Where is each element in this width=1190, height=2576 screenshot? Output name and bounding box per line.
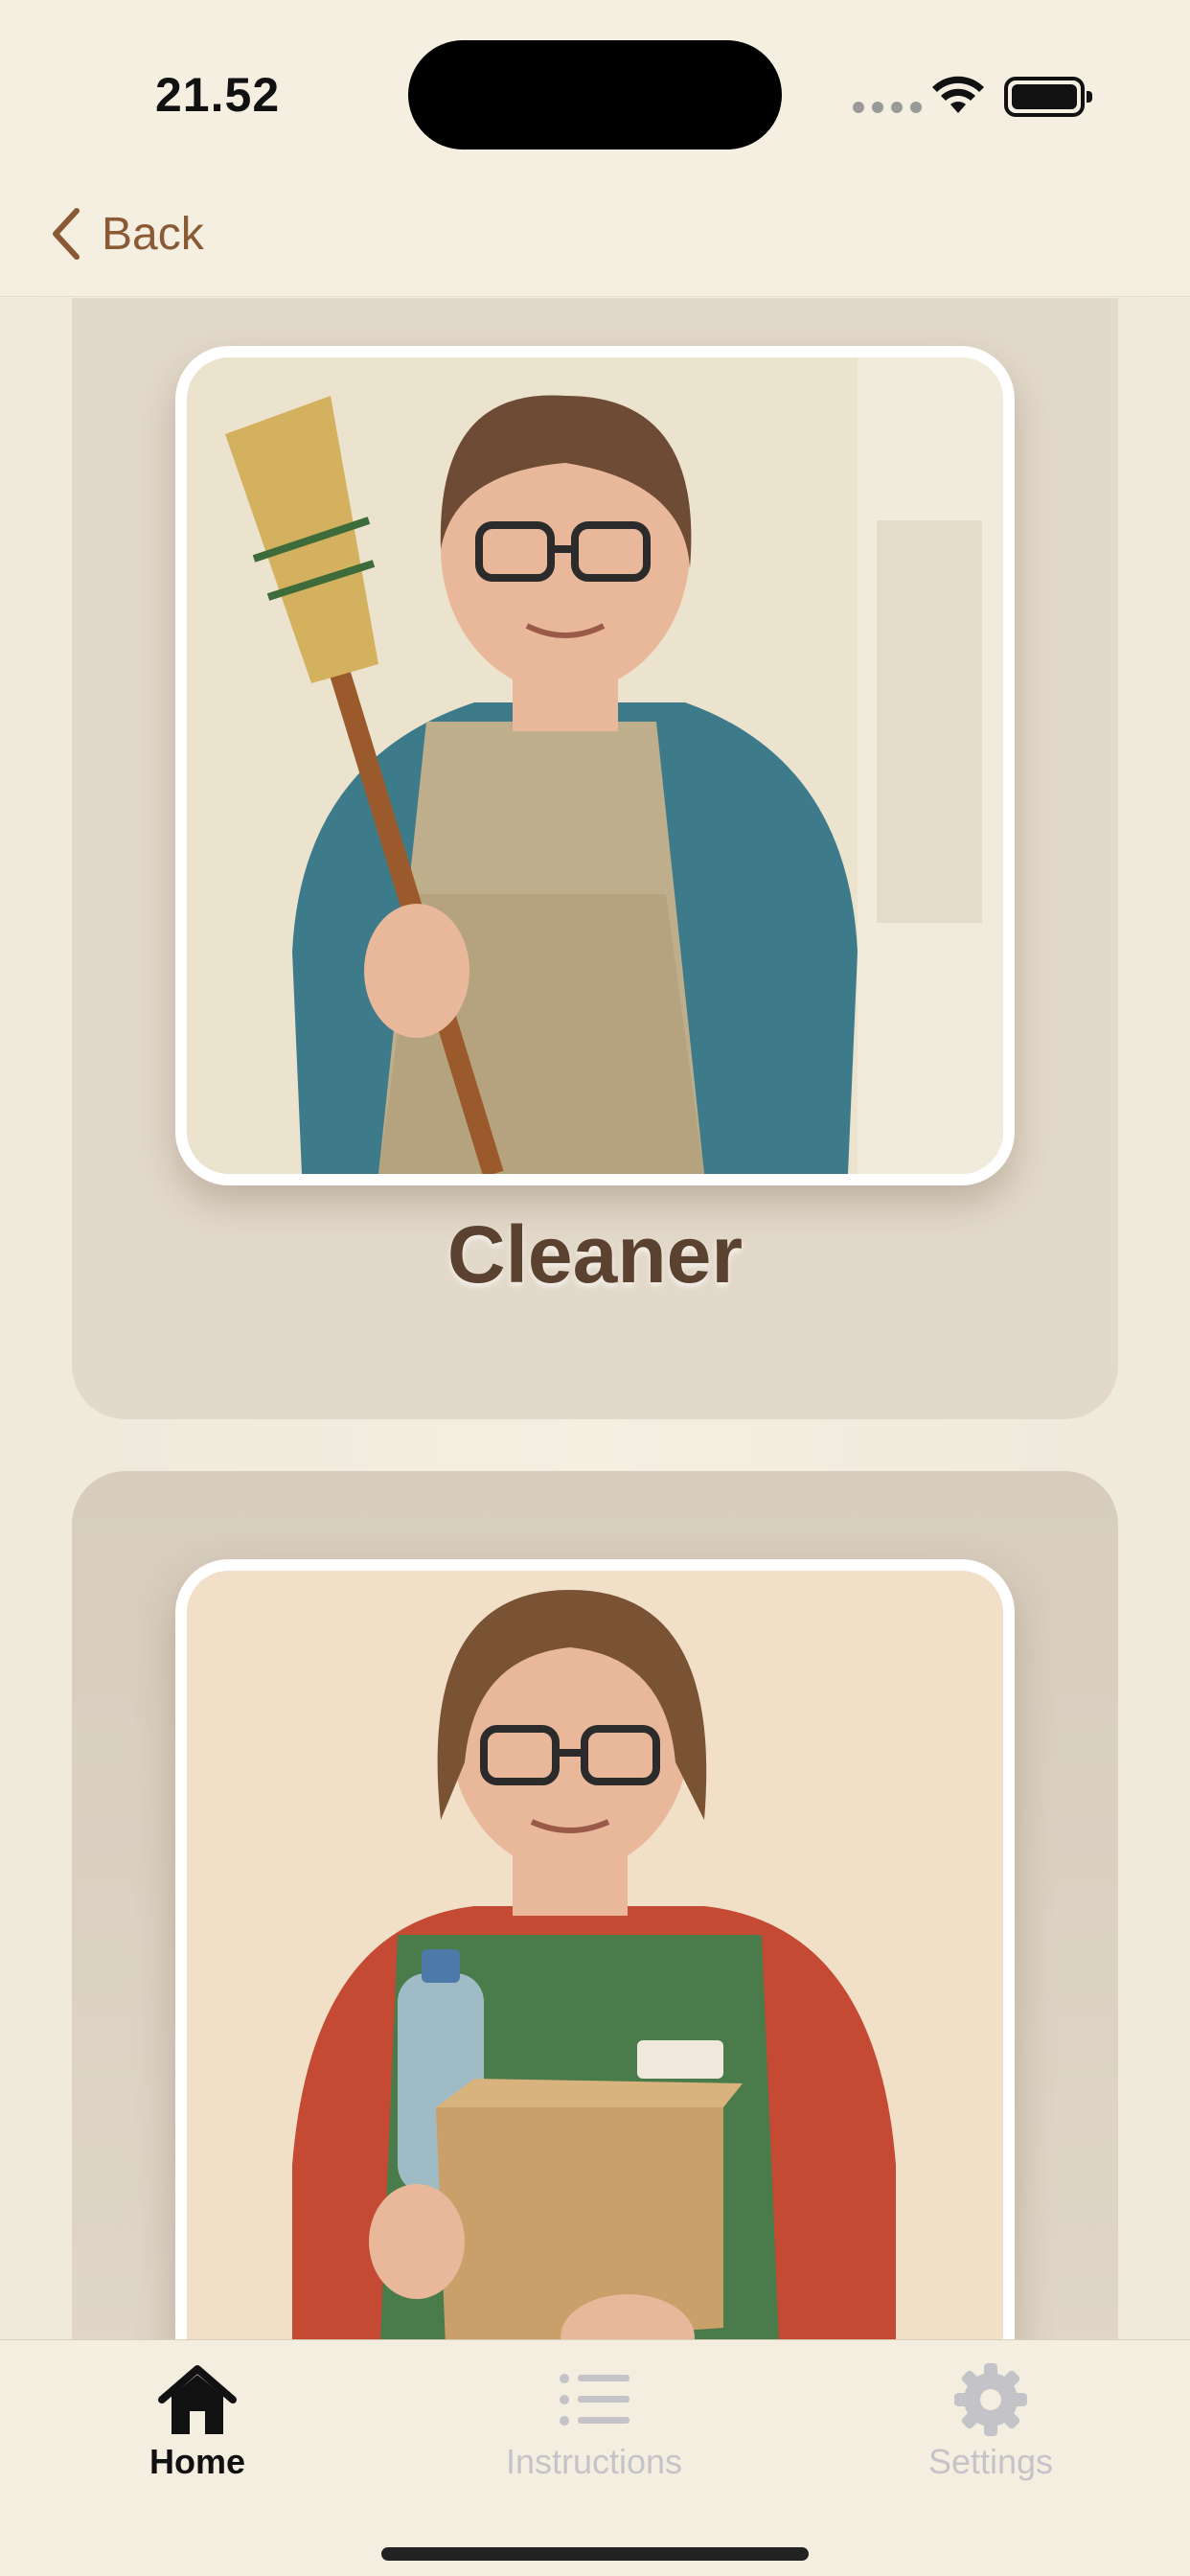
cellular-signal-icon bbox=[853, 102, 922, 113]
status-bar: 21.52 bbox=[0, 0, 1190, 192]
home-indicator[interactable] bbox=[381, 2547, 809, 2561]
tab-home[interactable]: Home bbox=[54, 2361, 341, 2482]
job-list[interactable]: Cleaner bbox=[0, 298, 1190, 2339]
job-title-cleaner: Cleaner bbox=[446, 1209, 744, 1300]
battery-icon bbox=[1004, 77, 1092, 117]
tab-bar: Home Instructions Settings bbox=[0, 2339, 1190, 2576]
tab-instructions-label: Instructions bbox=[505, 2442, 683, 2481]
tab-settings-label: Settings bbox=[927, 2442, 1054, 2481]
job-card-cleaner[interactable]: Cleaner bbox=[72, 298, 1118, 1419]
shop-worker-illustration bbox=[187, 1571, 1003, 2339]
back-label: Back bbox=[102, 208, 204, 260]
tab-instructions[interactable]: Instructions bbox=[450, 2361, 738, 2482]
tab-home-label: Home bbox=[149, 2442, 246, 2481]
job-card-shop[interactable] bbox=[72, 1471, 1118, 2339]
dynamic-island bbox=[408, 40, 782, 150]
job-image-cleaner bbox=[175, 346, 1015, 1185]
house-icon bbox=[158, 2365, 237, 2434]
navigation-bar: Back bbox=[0, 192, 1190, 297]
job-image-shop bbox=[175, 1559, 1015, 2339]
chevron-left-icon bbox=[53, 208, 80, 260]
back-button[interactable]: Back bbox=[46, 205, 204, 263]
status-time: 21.52 bbox=[155, 68, 281, 122]
tab-settings[interactable]: Settings bbox=[847, 2361, 1134, 2482]
list-icon bbox=[560, 2374, 629, 2426]
wifi-icon bbox=[932, 76, 984, 113]
gear-icon bbox=[954, 2363, 1027, 2436]
cleaner-illustration bbox=[187, 357, 1003, 1174]
